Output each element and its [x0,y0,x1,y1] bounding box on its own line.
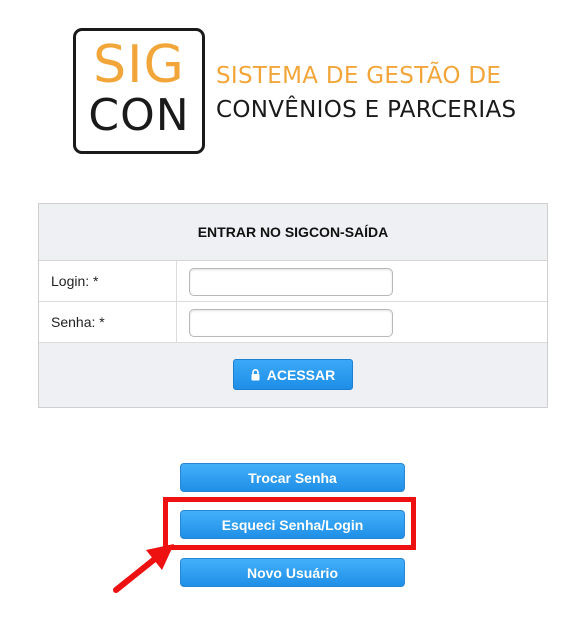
system-name-line2: CONVÊNIOS E PARCERIAS [216,97,517,123]
senha-label: Senha: * [51,314,105,330]
login-input[interactable] [189,268,393,296]
novo-usuario-button[interactable]: Novo Usuário [180,558,405,587]
arrow-icon [113,544,174,593]
trocar-senha-button[interactable]: Trocar Senha [180,463,405,492]
sigcon-logo: SIG CON [73,28,205,154]
row-divider [176,302,177,342]
senha-row: Senha: * [39,302,547,343]
logo-sig-text: SIG [93,35,185,95]
acessar-button-label: ACESSAR [266,366,336,383]
senha-input[interactable] [189,309,393,337]
login-label: Login: * [51,273,99,289]
login-panel-footer: ACESSAR [39,343,547,407]
login-panel: ENTRAR NO SIGCON-SAÍDA Login: * Senha: *… [38,203,548,408]
login-panel-title: ENTRAR NO SIGCON-SAÍDA [39,204,547,261]
lock-icon [251,368,260,381]
logo-con-text: CON [88,90,190,141]
esqueci-senha-button[interactable]: Esqueci Senha/Login [180,510,405,539]
system-name-line1: SISTEMA DE GESTÃO DE [216,63,502,89]
row-divider [176,261,177,301]
login-row: Login: * [39,261,547,302]
acessar-button[interactable]: ACESSAR [233,359,353,390]
